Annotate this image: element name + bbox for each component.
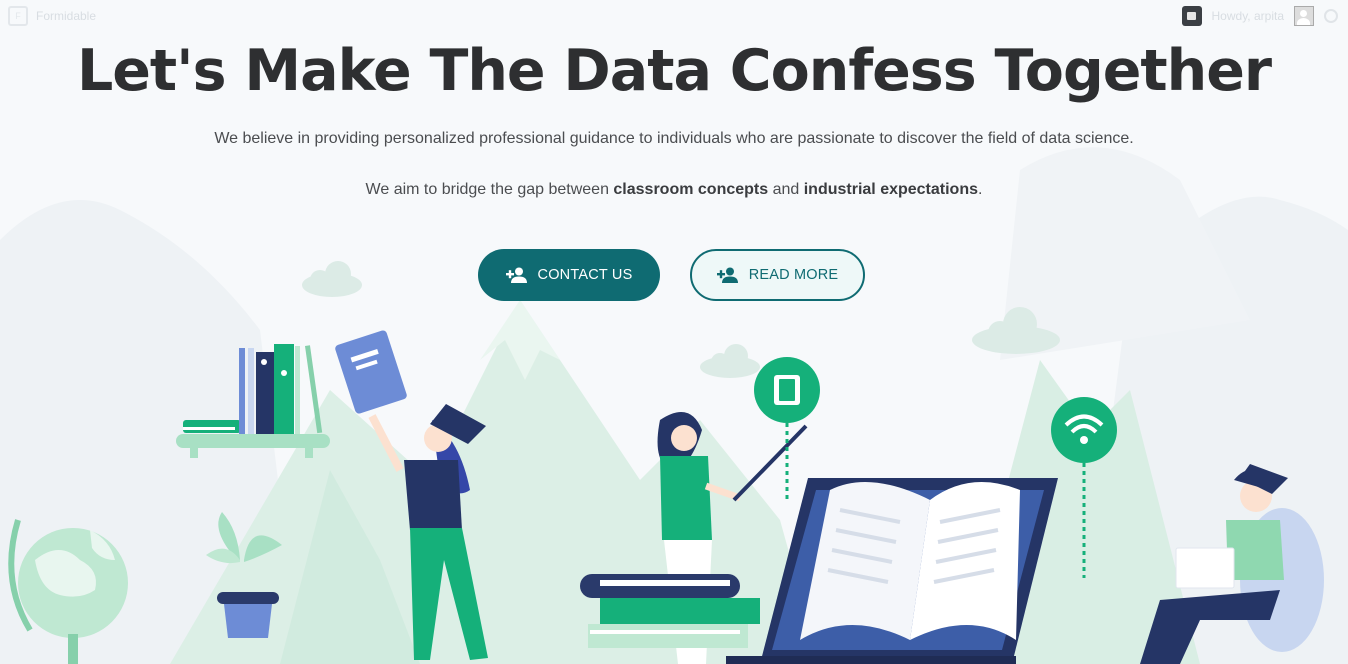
mission-text-mid: and <box>768 181 804 198</box>
user-greeting[interactable]: Howdy, arpita <box>1212 9 1284 23</box>
mission-bold-industrial: industrial expectations <box>803 181 978 198</box>
contact-us-button[interactable]: CONTACT US <box>478 249 660 301</box>
mission-text-post: . <box>978 181 983 198</box>
avatar[interactable] <box>1294 6 1314 26</box>
admin-bar: F Formidable Howdy, arpita <box>0 0 1348 32</box>
site-name-link[interactable]: Formidable <box>36 9 96 23</box>
notification-icon[interactable] <box>1181 6 1202 26</box>
formidable-logo-icon[interactable]: F <box>8 6 28 26</box>
mission-bold-classroom: classroom concepts <box>613 181 769 198</box>
read-more-button[interactable]: READ MORE <box>690 249 865 301</box>
hero-title: Let's Make The Data Confess Together <box>76 38 1272 104</box>
mission-text-pre: We aim to bridge the gap between <box>365 181 614 198</box>
search-icon[interactable] <box>1324 9 1338 23</box>
hero-mission: We aim to bridge the gap between classro… <box>0 181 1348 199</box>
read-more-label: READ MORE <box>748 267 839 283</box>
person-add-icon <box>505 267 527 283</box>
contact-us-label: CONTACT US <box>537 267 633 283</box>
person-add-icon <box>716 267 738 283</box>
hero-description: We believe in providing personalized pro… <box>214 130 1134 147</box>
